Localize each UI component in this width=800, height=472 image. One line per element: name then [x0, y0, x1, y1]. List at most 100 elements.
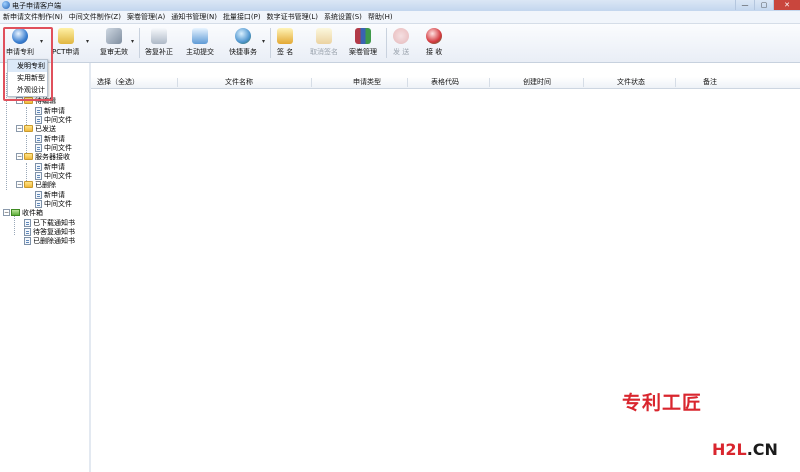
hammer-icon — [106, 28, 122, 44]
pct-dropdown-icon[interactable]: ▾ — [86, 38, 89, 45]
column-file-status[interactable]: 文件状态 — [617, 77, 645, 88]
toolbar-separator — [139, 28, 140, 58]
app-window: 电子申请客户端 — ▢ ✕ 新申请文件制作(N) 中间文件制作(Z) 案卷管理(… — [0, 0, 800, 472]
menu-item-design-patent[interactable]: 外观设计 — [8, 84, 47, 96]
column-divider[interactable] — [407, 78, 408, 87]
document-icon — [35, 199, 42, 208]
column-divider[interactable] — [675, 78, 676, 87]
app-globe-icon — [2, 1, 10, 9]
cancel-sign-button[interactable]: 取消签名 — [310, 26, 338, 60]
pct-label: PCT申请 — [52, 48, 80, 56]
tree-guide-line — [26, 135, 27, 153]
toolbar-separator — [270, 28, 271, 58]
pct-button[interactable]: PCT申请 — [52, 26, 79, 60]
menu-notice-manage[interactable]: 通知书管理(N) — [168, 12, 220, 22]
voluntary-submit-button[interactable]: 主动提交 — [186, 26, 214, 60]
menu-new-application[interactable]: 新申请文件制作(N) — [0, 12, 66, 22]
globe-gear-icon — [235, 28, 251, 44]
inbox-icon — [11, 209, 20, 216]
pct-folder-icon — [57, 28, 74, 44]
document-icon — [35, 134, 42, 143]
collapse-icon[interactable]: − — [16, 125, 23, 132]
menu-item-invention-patent[interactable]: 发明专利 — [8, 60, 47, 72]
tree-label: 已删除通知书 — [33, 236, 75, 245]
shortcut-dropdown-icon[interactable]: ▾ — [262, 38, 265, 45]
tree-guide-line — [26, 107, 27, 125]
tree-item-server-received[interactable]: − 服务器接收 — [16, 152, 70, 161]
sign-button[interactable]: 签 名 — [277, 26, 293, 60]
collapse-icon[interactable]: − — [16, 153, 23, 160]
menu-middle-file[interactable]: 中间文件制作(Z) — [66, 12, 124, 22]
books-icon — [355, 28, 371, 44]
cancel-sign-icon — [316, 28, 332, 44]
document-icon — [35, 162, 42, 171]
tree-item-deleted-notice[interactable]: 已删除通知书 — [24, 236, 75, 245]
apply-patent-button[interactable]: 申请专利 — [6, 26, 34, 60]
shortcut-affairs-label: 快捷事务 — [229, 48, 257, 56]
watermark-patent-craftsman: 专利工匠 — [622, 392, 703, 414]
send-button[interactable]: 发 送 — [393, 26, 409, 60]
document-icon — [35, 190, 42, 199]
watermark-h2l-logo: H2L.CN — [712, 440, 778, 459]
receive-globe-icon — [426, 28, 443, 44]
tree-label: 收件箱 — [22, 208, 43, 217]
tree-item-inbox[interactable]: − 收件箱 — [3, 208, 43, 217]
tree-item-sent[interactable]: − 已发送 — [16, 124, 56, 133]
column-select-all[interactable]: 选择（全选） — [97, 77, 139, 88]
column-divider[interactable] — [177, 78, 178, 87]
maximize-button[interactable]: ▢ — [754, 0, 773, 10]
collapse-icon[interactable]: − — [3, 209, 10, 216]
folder-icon — [24, 153, 33, 160]
folder-icon — [24, 97, 33, 104]
menu-item-utility-model[interactable]: 实用新型 — [8, 72, 47, 84]
folder-icon — [24, 181, 33, 188]
toolbar-separator — [386, 28, 387, 58]
column-divider[interactable] — [489, 78, 490, 87]
receive-label: 接 收 — [426, 48, 443, 56]
cancel-sign-label: 取消签名 — [310, 48, 338, 56]
tree-item-to-edit[interactable]: − 待编辑 — [16, 96, 56, 105]
globe-icon — [12, 28, 28, 44]
supplement-label: 答复补正 — [145, 48, 173, 56]
tree-label: 已删除 — [35, 180, 56, 189]
column-remarks[interactable]: 备注 — [703, 77, 717, 88]
menu-help[interactable]: 帮助(H) — [365, 12, 396, 22]
apply-patent-label: 申请专利 — [6, 48, 34, 56]
toolbar: 申请专利 ▾ PCT申请 ▾ 复审无效 ▾ 答复补正 主动提交 快捷事务 ▾ 签… — [0, 24, 800, 63]
menu-settings[interactable]: 系统设置(S) — [321, 12, 365, 22]
menu-case-manage[interactable]: 案卷管理(A) — [124, 12, 168, 22]
reexam-invalid-label: 复审无效 — [100, 48, 128, 56]
title-bar: 电子申请客户端 — ▢ ✕ — [0, 0, 800, 11]
voluntary-submit-label: 主动提交 — [186, 48, 214, 56]
close-button[interactable]: ✕ — [773, 0, 800, 10]
collapse-icon[interactable]: − — [16, 181, 23, 188]
menu-certificate[interactable]: 数字证书管理(L) — [264, 12, 321, 22]
sign-label: 签 名 — [277, 48, 294, 56]
case-manage-button[interactable]: 案卷管理 — [349, 26, 377, 60]
supplement-button[interactable]: 答复补正 — [145, 26, 173, 60]
column-created-time[interactable]: 创建时间 — [523, 77, 551, 88]
column-application-type[interactable]: 申请类型 — [353, 77, 381, 88]
column-file-name[interactable]: 文件名称 — [225, 77, 253, 88]
reexam-invalid-button[interactable]: 复审无效 — [100, 26, 128, 60]
folder-icon — [24, 125, 33, 132]
window-title: 电子申请客户端 — [12, 2, 61, 10]
tree-guide-line — [26, 163, 27, 181]
menu-batch-interface[interactable]: 批量接口(P) — [220, 12, 264, 22]
column-divider[interactable] — [311, 78, 312, 87]
receive-button[interactable]: 接 收 — [426, 26, 442, 60]
shortcut-affairs-button[interactable]: 快捷事务 — [229, 26, 257, 60]
table-header: 选择（全选） 文件名称 申请类型 表格代码 创建时间 文件状态 备注 — [91, 77, 800, 89]
apply-patent-dropdown-icon[interactable]: ▾ — [40, 38, 43, 45]
collapse-icon[interactable]: − — [16, 97, 23, 104]
reexam-dropdown-icon[interactable]: ▾ — [131, 38, 134, 45]
folder-tree: − 待编辑 新申请 中间文件 − 已发送 新申请 中间文件 − 服务器接收 新申… — [0, 63, 90, 472]
send-globe-icon — [393, 28, 410, 44]
column-divider[interactable] — [583, 78, 584, 87]
minimize-button[interactable]: — — [735, 0, 754, 10]
document-edit-icon — [151, 28, 167, 44]
column-form-code[interactable]: 表格代码 — [431, 77, 459, 88]
tree-item-deleted[interactable]: − 已删除 — [16, 180, 56, 189]
tree-label: 待编辑 — [35, 96, 56, 105]
document-icon — [35, 143, 42, 152]
